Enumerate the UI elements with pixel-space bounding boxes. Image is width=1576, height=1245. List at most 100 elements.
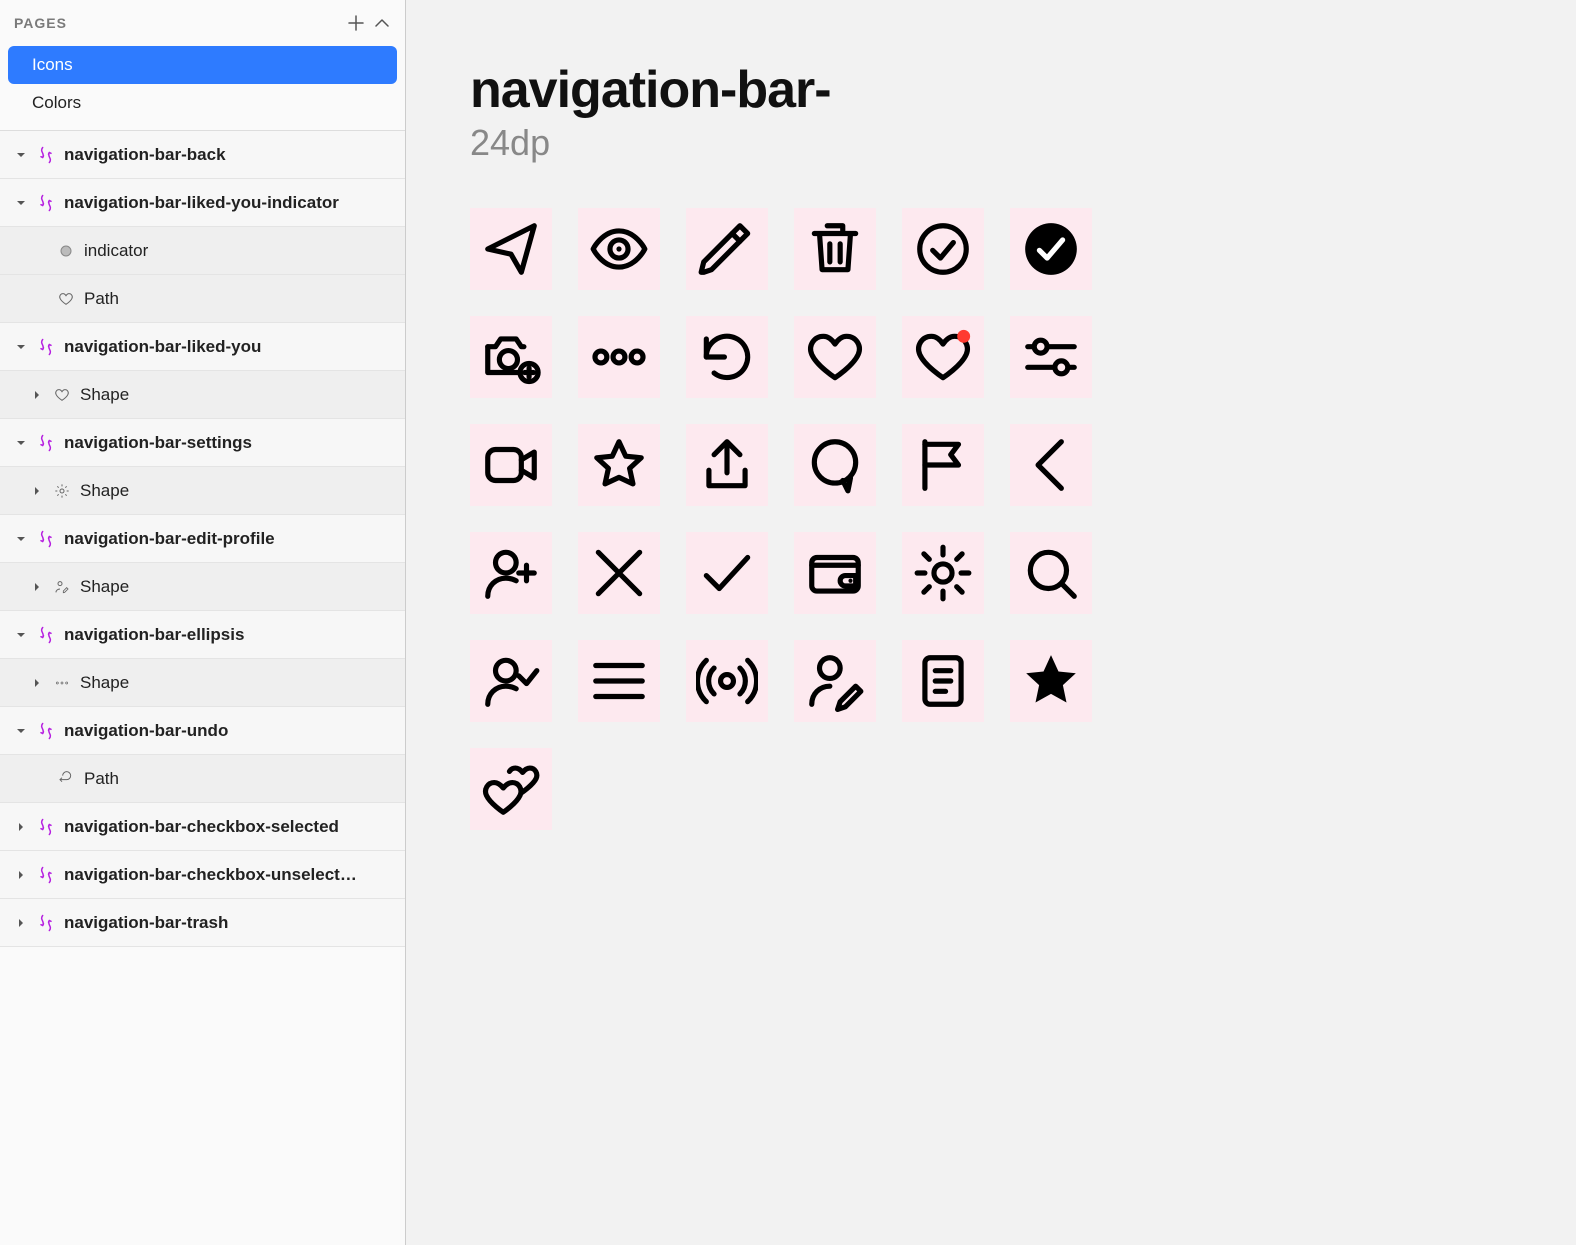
ellipsis-icon[interactable]	[578, 316, 660, 398]
layer-row[interactable]: navigation-bar-liked-you-indicator	[0, 179, 405, 227]
search-icon[interactable]	[1010, 532, 1092, 614]
layer-label: navigation-bar-checkbox-unselect…	[64, 865, 391, 885]
share-icon[interactable]	[686, 424, 768, 506]
page-list: Icons Colors	[0, 46, 405, 130]
document-icon[interactable]	[902, 640, 984, 722]
symbol-icon	[36, 529, 56, 549]
layer-label: navigation-bar-liked-you-indicator	[64, 193, 391, 213]
layer-label: navigation-bar-trash	[64, 913, 391, 933]
person-edit-icon[interactable]	[794, 640, 876, 722]
disclosure-icon[interactable]	[30, 676, 44, 690]
layer-child-row[interactable]: Shape	[0, 659, 405, 707]
canvas-title: navigation-bar-	[470, 60, 1512, 120]
layer-row[interactable]: navigation-bar-trash	[0, 899, 405, 947]
layer-child-label: Path	[84, 769, 391, 789]
layer-label: navigation-bar-ellipsis	[64, 625, 391, 645]
pencil-icon[interactable]	[686, 208, 768, 290]
star-icon[interactable]	[578, 424, 660, 506]
layer-child-row[interactable]: Path	[0, 275, 405, 323]
trash-icon[interactable]	[794, 208, 876, 290]
page-item-icons[interactable]: Icons	[8, 46, 397, 84]
canvas-subtitle: 24dp	[470, 122, 1512, 164]
layer-child-row[interactable]: indicator	[0, 227, 405, 275]
disclosure-icon[interactable]	[30, 388, 44, 402]
layer-label: navigation-bar-undo	[64, 721, 391, 741]
symbol-icon	[36, 817, 56, 837]
eye-icon[interactable]	[578, 208, 660, 290]
person-plus-icon[interactable]	[470, 532, 552, 614]
layer-child-label: Path	[84, 289, 391, 309]
symbol-icon	[36, 913, 56, 933]
symbol-icon	[36, 865, 56, 885]
check-icon[interactable]	[686, 532, 768, 614]
layer-child-row[interactable]: Shape	[0, 563, 405, 611]
layer-row[interactable]: navigation-bar-back	[0, 131, 405, 179]
circle-icon	[56, 241, 76, 261]
layer-child-label: Shape	[80, 385, 391, 405]
disclosure-icon[interactable]	[14, 196, 28, 210]
layer-label: navigation-bar-back	[64, 145, 391, 165]
check-circle-icon[interactable]	[902, 208, 984, 290]
broadcast-icon[interactable]	[686, 640, 768, 722]
undo-icon	[56, 769, 76, 789]
collapse-pages-icon[interactable]	[373, 14, 391, 32]
disclosure-icon[interactable]	[14, 340, 28, 354]
icon-grid	[470, 208, 1512, 830]
layer-child-label: indicator	[84, 241, 391, 261]
symbol-icon	[36, 145, 56, 165]
chevron-left-icon[interactable]	[1010, 424, 1092, 506]
disclosure-icon[interactable]	[14, 916, 28, 930]
disclosure-icon[interactable]	[14, 868, 28, 882]
layer-child-row[interactable]: Path	[0, 755, 405, 803]
heart-icon[interactable]	[794, 316, 876, 398]
layer-label: navigation-bar-edit-profile	[64, 529, 391, 549]
layer-child-label: Shape	[80, 673, 391, 693]
symbol-icon	[36, 625, 56, 645]
menu-icon[interactable]	[578, 640, 660, 722]
sliders-icon[interactable]	[1010, 316, 1092, 398]
layer-row[interactable]: navigation-bar-settings	[0, 419, 405, 467]
heart-icon	[52, 385, 72, 405]
disclosure-icon[interactable]	[14, 532, 28, 546]
layer-child-label: Shape	[80, 577, 391, 597]
disclosure-icon[interactable]	[14, 436, 28, 450]
layer-row[interactable]: navigation-bar-liked-you	[0, 323, 405, 371]
sidebar: PAGES Icons Colors navigation-bar-backna…	[0, 0, 406, 1245]
gear-icon[interactable]	[902, 532, 984, 614]
disclosure-icon[interactable]	[14, 148, 28, 162]
layer-row[interactable]: navigation-bar-checkbox-unselect…	[0, 851, 405, 899]
canvas[interactable]: navigation-bar- 24dp	[406, 0, 1576, 1245]
person-edit-icon	[52, 577, 72, 597]
heart-icon	[56, 289, 76, 309]
disclosure-icon[interactable]	[14, 628, 28, 642]
disclosure-icon[interactable]	[14, 724, 28, 738]
disclosure-icon[interactable]	[30, 484, 44, 498]
star-filled-icon[interactable]	[1010, 640, 1092, 722]
page-item-label: Icons	[32, 55, 73, 75]
video-icon[interactable]	[470, 424, 552, 506]
layer-row[interactable]: navigation-bar-undo	[0, 707, 405, 755]
send-arrow-icon[interactable]	[470, 208, 552, 290]
close-icon[interactable]	[578, 532, 660, 614]
pages-header-title: PAGES	[14, 15, 339, 31]
layer-child-row[interactable]: Shape	[0, 371, 405, 419]
camera-plus-icon[interactable]	[470, 316, 552, 398]
hearts-pair-icon[interactable]	[470, 748, 552, 830]
disclosure-icon[interactable]	[30, 580, 44, 594]
heart-indicator-icon[interactable]	[902, 316, 984, 398]
check-circle-filled-icon[interactable]	[1010, 208, 1092, 290]
layer-row[interactable]: navigation-bar-checkbox-selected	[0, 803, 405, 851]
page-item-colors[interactable]: Colors	[8, 84, 397, 122]
disclosure-icon[interactable]	[14, 820, 28, 834]
flag-icon[interactable]	[902, 424, 984, 506]
add-page-icon[interactable]	[347, 14, 365, 32]
layer-list[interactable]: navigation-bar-back navigation-bar-liked-…	[0, 130, 405, 1245]
layer-child-row[interactable]: Shape	[0, 467, 405, 515]
layer-row[interactable]: navigation-bar-ellipsis	[0, 611, 405, 659]
layer-row[interactable]: navigation-bar-edit-profile	[0, 515, 405, 563]
undo-icon[interactable]	[686, 316, 768, 398]
person-check-icon[interactable]	[470, 640, 552, 722]
layer-label: navigation-bar-settings	[64, 433, 391, 453]
chat-icon[interactable]	[794, 424, 876, 506]
wallet-icon[interactable]	[794, 532, 876, 614]
